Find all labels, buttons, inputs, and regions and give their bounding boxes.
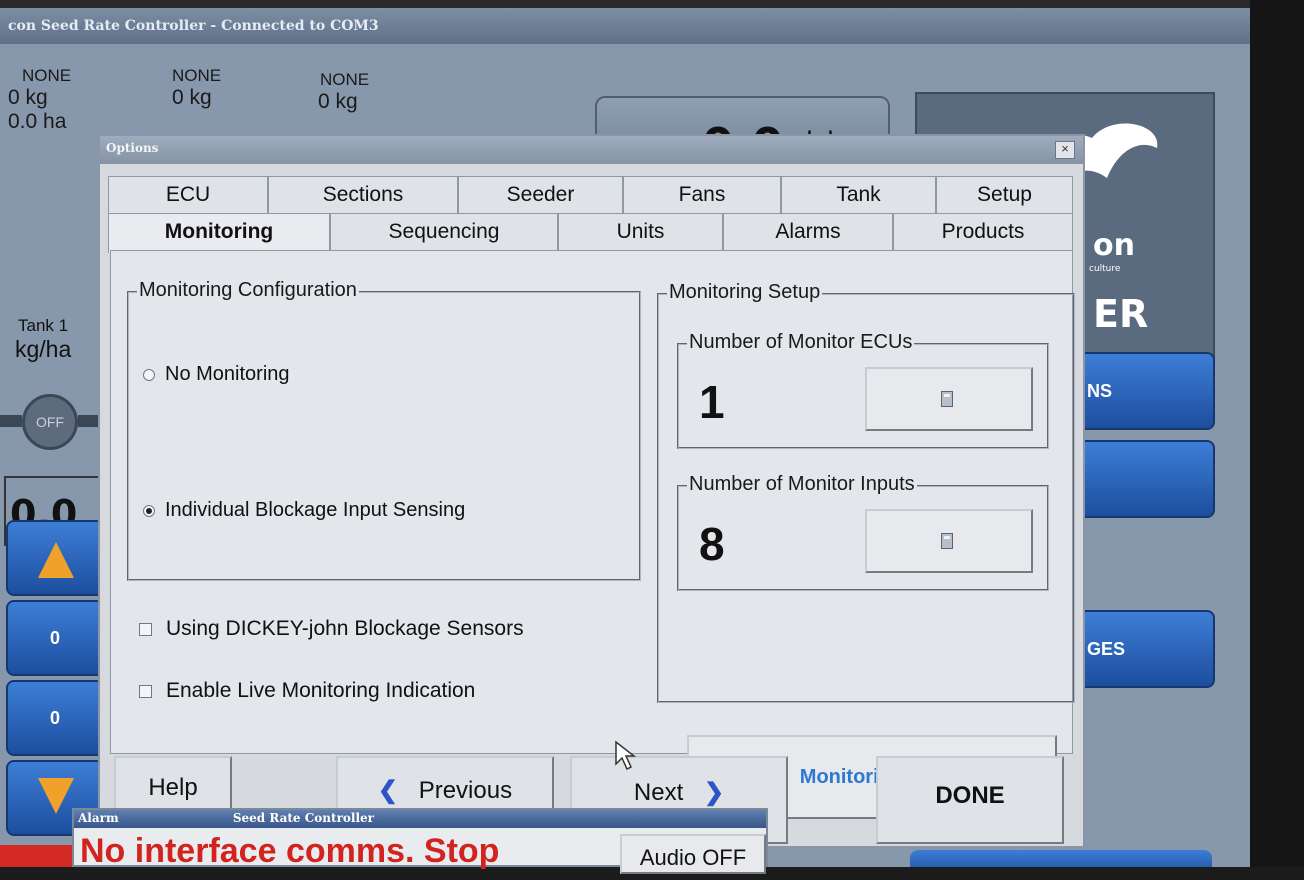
radio-icon bbox=[143, 368, 155, 381]
logo-text-2: ER bbox=[1093, 292, 1149, 336]
monitor-ecus-value: 1 bbox=[699, 376, 725, 428]
alarm-popup: Alarm Seed Rate Controller No interface … bbox=[72, 808, 768, 874]
arrow-up-icon bbox=[38, 542, 74, 578]
options-dialog: Options × ECU Sections Seeder Fans Tank … bbox=[98, 134, 1085, 848]
monitor-ecus-keypad-button[interactable] bbox=[865, 367, 1033, 431]
tab-units[interactable]: Units bbox=[558, 213, 723, 251]
tab-tank[interactable]: Tank bbox=[781, 176, 936, 214]
arrow-left-icon: ❮ bbox=[377, 777, 399, 804]
checkbox-icon bbox=[139, 622, 152, 636]
close-icon[interactable]: × bbox=[1055, 141, 1075, 159]
calculator-icon bbox=[941, 533, 953, 549]
arrow-right-icon: ❯ bbox=[703, 779, 725, 806]
calculator-icon bbox=[941, 391, 953, 407]
checkbox-label: Enable Live Monitoring Indication bbox=[166, 679, 476, 702]
tab-monitoring[interactable]: Monitoring bbox=[108, 213, 330, 253]
logo-text-1: on bbox=[1093, 228, 1135, 263]
monitor-ecus-group: Number of Monitor ECUs 1 bbox=[677, 331, 1049, 449]
tab-fans[interactable]: Fans bbox=[623, 176, 781, 214]
done-button[interactable]: DONE bbox=[876, 756, 1064, 844]
group-legend: Monitoring Setup bbox=[667, 281, 823, 304]
product-mass: 0 kg bbox=[8, 86, 48, 109]
radio-label: No Monitoring bbox=[165, 363, 290, 385]
alarm-indicator-strip bbox=[0, 845, 72, 867]
logo-text-sub: culture bbox=[1089, 264, 1121, 274]
rate-up-button[interactable] bbox=[6, 520, 104, 596]
monitoring-panel: Monitoring Configuration No Monitoring I… bbox=[110, 250, 1075, 819]
tank-label: Tank 1 bbox=[18, 316, 69, 335]
radio-selected-icon bbox=[143, 504, 155, 517]
monitoring-setup-group: Monitoring Setup Number of Monitor ECUs … bbox=[657, 281, 1075, 703]
radio-no-monitoring[interactable]: No Monitoring bbox=[143, 363, 290, 386]
left-value-button-2[interactable]: 0 bbox=[6, 680, 104, 756]
tab-ecu[interactable]: ECU bbox=[108, 176, 268, 214]
product-area: 0.0 ha bbox=[8, 110, 67, 133]
tab-row-front: Monitoring Sequencing Units Alarms Produ… bbox=[108, 213, 1073, 253]
off-toggle[interactable]: OFF bbox=[22, 394, 78, 450]
arrow-down-icon bbox=[38, 778, 74, 814]
checkbox-live-monitoring[interactable]: Enable Live Monitoring Indication bbox=[139, 679, 475, 703]
right-menu-button-1[interactable]: NS bbox=[1075, 352, 1215, 430]
screen: con Seed Rate Controller - Connected to … bbox=[0, 8, 1250, 867]
tab-products[interactable]: Products bbox=[893, 213, 1073, 251]
tank-unit: kg/ha bbox=[15, 336, 72, 362]
tab-sequencing[interactable]: Sequencing bbox=[330, 213, 558, 251]
dialog-title: Options bbox=[100, 136, 1083, 164]
product-stat-3: NONE 0 kg bbox=[318, 70, 369, 114]
tab-alarms[interactable]: Alarms bbox=[723, 213, 893, 251]
group-legend: Monitoring Configuration bbox=[137, 279, 359, 302]
tab-seeder[interactable]: Seeder bbox=[458, 176, 623, 214]
group-legend: Number of Monitor ECUs bbox=[687, 331, 915, 354]
checkbox-icon bbox=[139, 684, 152, 698]
alarm-title: Seed Rate Controller bbox=[232, 811, 374, 825]
product-name: NONE bbox=[22, 66, 72, 85]
monitoring-config-group: Monitoring Configuration No Monitoring I… bbox=[127, 279, 641, 581]
product-mass: 0 kg bbox=[318, 90, 358, 113]
knob-track bbox=[0, 415, 22, 427]
previous-label: Previous bbox=[418, 777, 513, 804]
tab-row-back: ECU Sections Seeder Fans Tank Setup bbox=[108, 176, 1073, 214]
alarm-tag: Alarm bbox=[78, 811, 119, 825]
product-stat-1: NONE 0 kg 0.0 ha bbox=[8, 66, 71, 134]
group-legend: Number of Monitor Inputs bbox=[687, 473, 917, 496]
tab-setup[interactable]: Setup bbox=[936, 176, 1073, 214]
next-label: Next bbox=[633, 779, 684, 806]
alarm-titlebar: Alarm Seed Rate Controller bbox=[74, 810, 766, 828]
monitor-bezel-top bbox=[0, 0, 1250, 8]
monitor-inputs-value: 8 bbox=[699, 518, 725, 570]
bottom-right-button[interactable] bbox=[910, 850, 1212, 867]
product-mass: 0 kg bbox=[172, 86, 212, 109]
radio-label: Individual Blockage Input Sensing bbox=[165, 499, 466, 521]
left-value-button-1[interactable]: 0 bbox=[6, 600, 104, 676]
product-name: NONE bbox=[172, 66, 222, 85]
monitor-inputs-keypad-button[interactable] bbox=[865, 509, 1033, 573]
tab-sections[interactable]: Sections bbox=[268, 176, 458, 214]
product-name: NONE bbox=[320, 70, 370, 89]
right-menu-button-2[interactable] bbox=[1075, 440, 1215, 518]
right-menu-button-3[interactable]: GES bbox=[1075, 610, 1215, 688]
checkbox-label: Using DICKEY-john Blockage Sensors bbox=[166, 617, 524, 640]
radio-individual-blockage[interactable]: Individual Blockage Input Sensing bbox=[143, 499, 465, 522]
checkbox-dickey-john[interactable]: Using DICKEY-john Blockage Sensors bbox=[139, 617, 524, 641]
alarm-message: No interface comms. Stop bbox=[80, 832, 500, 870]
audio-off-button[interactable]: Audio OFF bbox=[620, 834, 766, 874]
app-title: con Seed Rate Controller - Connected to … bbox=[0, 8, 1250, 44]
monitor-bezel-right bbox=[1250, 0, 1304, 867]
product-stat-2: NONE 0 kg bbox=[172, 66, 221, 110]
mouse-cursor-icon bbox=[615, 740, 636, 771]
monitor-inputs-group: Number of Monitor Inputs 8 bbox=[677, 473, 1049, 591]
